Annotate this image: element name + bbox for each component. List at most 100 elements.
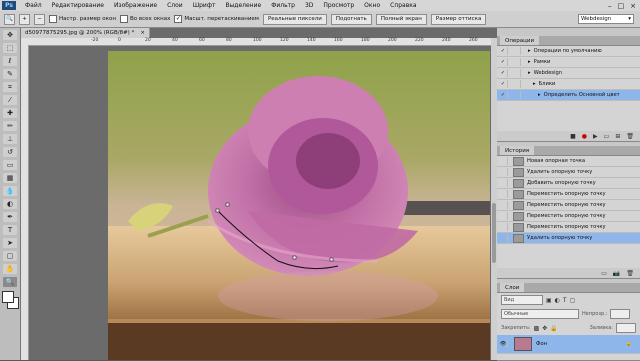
blend-mode-select[interactable]: Обычные <box>501 309 579 319</box>
filter-adjust-icon[interactable]: ◐ <box>555 297 560 304</box>
history-state-item[interactable]: Переместить опорную точку <box>497 200 640 211</box>
history-brush-source-icon[interactable] <box>499 212 508 220</box>
color-swatches[interactable] <box>1 291 19 309</box>
resize-windows-checkbox[interactable] <box>49 15 57 23</box>
fill-field[interactable] <box>616 323 636 333</box>
eyedropper-tool-icon[interactable]: ⁄ <box>3 95 17 105</box>
print-size-button[interactable]: Размер оттиска <box>430 13 487 25</box>
history-brush-source-icon[interactable] <box>499 157 508 165</box>
history-brush-source-icon[interactable] <box>499 234 508 242</box>
expand-arrow-icon[interactable]: ▸ <box>538 92 541 98</box>
action-toggle-checkmark-icon[interactable]: ✓ <box>499 58 508 66</box>
history-brush-icon[interactable]: ↺ <box>3 147 17 157</box>
expand-arrow-icon[interactable]: ▸ <box>528 59 531 65</box>
action-item[interactable]: ✓ ▸ Рамки <box>497 57 640 68</box>
dodge-tool-icon[interactable]: ◐ <box>3 199 17 209</box>
workspace-select[interactable]: Webdesign ▾ <box>578 14 634 24</box>
opacity-field[interactable] <box>610 309 631 319</box>
action-item[interactable]: ✓ ▸ Webdesign <box>497 68 640 79</box>
dialog-toggle-icon[interactable] <box>512 47 521 55</box>
menu-3d[interactable]: 3D <box>300 2 318 9</box>
snapshot-icon[interactable]: 📷 <box>613 270 620 277</box>
history-state-item[interactable]: Переместить опорную точку <box>497 211 640 222</box>
history-brush-source-icon[interactable] <box>499 201 508 209</box>
menu-select[interactable]: Выделение <box>220 2 266 9</box>
action-item[interactable]: ✓ ▸ Операции по умолчанию <box>497 46 640 57</box>
play-icon[interactable]: ▶ <box>593 133 598 140</box>
visibility-eye-icon[interactable]: 👁 <box>499 340 508 348</box>
action-toggle-checkmark-icon[interactable]: ✓ <box>499 47 508 55</box>
history-state-item[interactable]: Добавить опорную точку <box>497 178 640 189</box>
history-brush-source-icon[interactable] <box>499 190 508 198</box>
resize-windows-option[interactable]: Настр. размер окон <box>49 15 116 23</box>
brush-tool-icon[interactable]: ✏ <box>3 121 17 131</box>
shape-tool-icon[interactable]: ▢ <box>3 251 17 261</box>
menu-help[interactable]: Справка <box>385 2 421 9</box>
history-brush-source-icon[interactable] <box>499 223 508 231</box>
actual-pixels-button[interactable]: Реальные пиксели <box>262 13 327 25</box>
gradient-tool-icon[interactable]: ▦ <box>3 173 17 183</box>
menu-window[interactable]: Окно <box>359 2 385 9</box>
expand-arrow-icon[interactable]: ▸ <box>528 48 531 54</box>
move-tool-icon[interactable]: ✥ <box>3 30 17 40</box>
zoom-out-icon[interactable]: − <box>34 13 45 25</box>
record-icon[interactable]: ● <box>582 133 587 140</box>
action-toggle-checkmark-icon[interactable]: ✓ <box>499 80 508 88</box>
close-tab-icon[interactable]: × <box>140 30 145 36</box>
history-brush-source-icon[interactable] <box>499 168 508 176</box>
new-action-icon[interactable]: ⊞ <box>615 133 620 140</box>
close-icon[interactable]: × <box>630 2 636 10</box>
history-panel-tab[interactable]: История <box>500 146 535 155</box>
path-select-tool-icon[interactable]: ➤ <box>3 238 17 248</box>
action-toggle-checkmark-icon[interactable]: ✓ <box>499 69 508 77</box>
dialog-toggle-icon[interactable] <box>512 80 521 88</box>
scrubby-zoom-option[interactable]: Масшт. перетаскиванием <box>174 15 259 23</box>
new-set-icon[interactable]: ▭ <box>604 133 610 140</box>
menu-file[interactable]: Файл <box>20 2 47 9</box>
zoom-tool-preset-icon[interactable]: 🔍 <box>4 13 15 25</box>
lock-position-icon[interactable]: ✥ <box>542 325 547 332</box>
menu-image[interactable]: Изображение <box>109 2 162 9</box>
menu-edit[interactable]: Редактирование <box>47 2 109 9</box>
hand-tool-icon[interactable]: ✋ <box>3 264 17 274</box>
history-state-item[interactable]: Новая опорная точка <box>497 156 640 167</box>
lock-all-icon[interactable]: 🔒 <box>550 325 557 332</box>
action-item[interactable]: ✓ ▸ Определить Основной цвет <box>497 90 640 101</box>
expand-arrow-icon[interactable]: ▸ <box>528 70 531 76</box>
fill-screen-button[interactable]: Полный экран <box>375 13 427 25</box>
expand-arrow-icon[interactable]: ▸ <box>533 81 536 87</box>
scrubby-zoom-checkbox[interactable] <box>174 15 183 23</box>
stamp-tool-icon[interactable]: ⊥ <box>3 134 17 144</box>
pen-tool-icon[interactable]: ✒ <box>3 212 17 222</box>
stop-icon[interactable]: ■ <box>570 133 576 140</box>
maximize-icon[interactable]: □ <box>618 2 625 10</box>
zoom-tool-icon[interactable]: 🔍 <box>3 277 17 287</box>
filter-type-icon[interactable]: T <box>563 297 567 304</box>
dialog-toggle-icon[interactable] <box>512 91 521 99</box>
crop-tool-icon[interactable]: ⌗ <box>3 82 17 92</box>
blur-tool-icon[interactable]: 💧 <box>3 186 17 196</box>
history-brush-source-icon[interactable] <box>499 179 508 187</box>
foreground-color-swatch[interactable] <box>2 291 14 303</box>
history-state-item[interactable]: Переместить опорную точку <box>497 189 640 200</box>
delete-state-icon[interactable]: 🗑 <box>626 270 634 277</box>
type-tool-icon[interactable]: T <box>3 225 17 235</box>
actions-panel-tab[interactable]: Операции <box>500 36 540 45</box>
healing-tool-icon[interactable]: ✚ <box>3 108 17 118</box>
document-canvas-photo[interactable] <box>108 51 490 360</box>
history-state-item[interactable]: Переместить опорную точку <box>497 222 640 233</box>
filter-shape-icon[interactable]: ▢ <box>570 297 576 304</box>
minimize-icon[interactable]: – <box>608 2 612 10</box>
trash-icon[interactable]: 🗑 <box>626 133 634 140</box>
history-state-item[interactable]: Удалить опорную точку <box>497 233 640 244</box>
scrollbar-thumb[interactable] <box>492 203 496 263</box>
document-tab[interactable]: d50977875295.jpg @ 200% (RGB/8#) * × <box>21 28 150 38</box>
zoom-in-icon[interactable]: + <box>19 13 30 25</box>
layers-panel-tab[interactable]: Слои <box>500 283 525 292</box>
action-toggle-checkmark-icon[interactable]: ✓ <box>499 91 508 99</box>
menu-layers[interactable]: Слои <box>162 2 188 9</box>
dialog-toggle-icon[interactable] <box>512 58 521 66</box>
lock-pixels-icon[interactable]: ▩ <box>534 325 540 332</box>
quick-select-tool-icon[interactable]: ✎ <box>3 69 17 79</box>
dialog-toggle-icon[interactable] <box>512 69 521 77</box>
